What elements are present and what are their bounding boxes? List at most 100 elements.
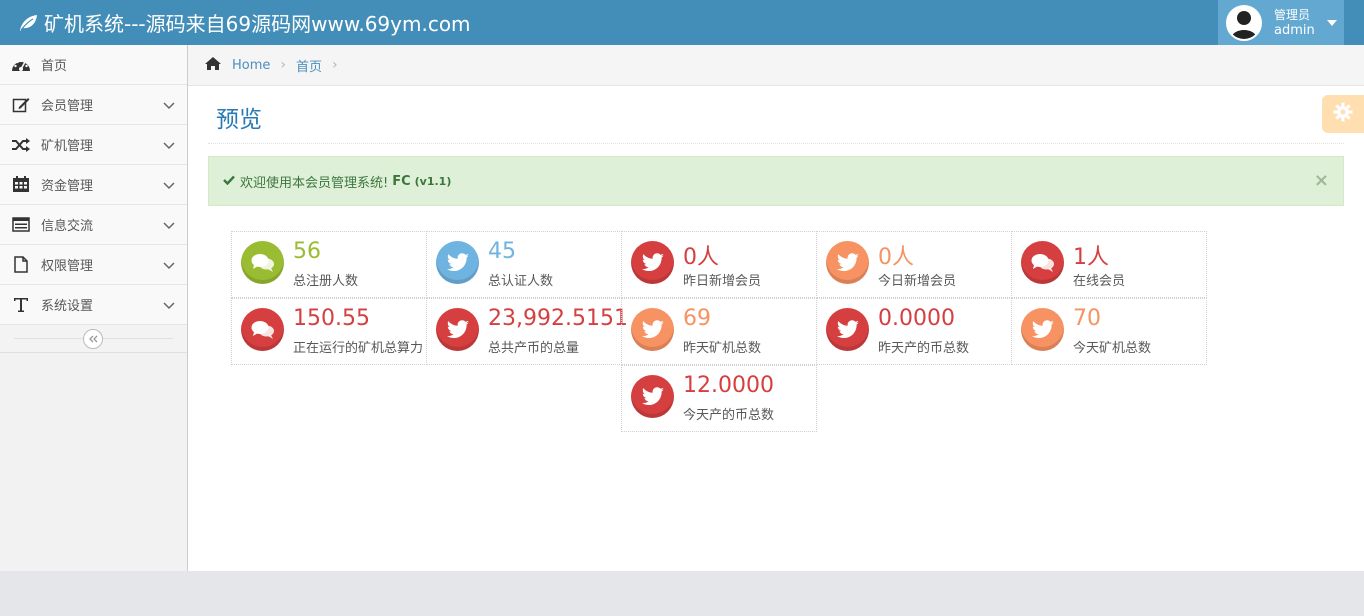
infobox-label: 总注册人数: [293, 274, 359, 289]
infobox-value: 69: [683, 306, 711, 331]
twitter-icon: [631, 241, 674, 284]
infobox-value: 0人: [878, 245, 914, 270]
infobox-label: 今日新增会员: [878, 274, 957, 289]
welcome-alert: 欢迎使用本会员管理系统! FC (v1.1) ×: [208, 156, 1344, 206]
infobox-value: 12.0000: [683, 373, 774, 398]
chevron-down-icon: [163, 99, 175, 114]
sidebar-item-home[interactable]: 首页: [0, 45, 187, 85]
navbar: 矿机系统---源码来自69源码网www.69ym.com 管理员 admin: [0, 0, 1364, 45]
infobox-label: 正在运行的矿机总算力: [293, 341, 424, 356]
infobox-value: 23,992.5151: [488, 306, 628, 331]
page-header: 预览: [208, 86, 1344, 144]
sidebar-item-label: 系统设置: [41, 299, 94, 314]
infobox-value: 150.55: [293, 306, 370, 331]
edit-icon: [10, 96, 32, 114]
infobox-value: 0.0000: [878, 306, 955, 331]
footer-area: [0, 571, 1364, 616]
infobox-label: 昨天矿机总数: [683, 341, 762, 356]
avatar: [1226, 4, 1262, 41]
infobox-label: 在线会员: [1073, 274, 1126, 289]
sidebar: 首页 会员管理 矿机管理 资金管理 信息交流 权限管理 系统设置: [0, 45, 188, 571]
infobox: 56 总注册人数: [231, 231, 427, 298]
infobox-value: 0人: [683, 245, 719, 270]
text-icon: [10, 296, 32, 314]
infobox: 0.0000 昨天产的币总数: [816, 298, 1012, 365]
chevron-down-icon: [163, 139, 175, 154]
breadcrumb-separator: ›: [332, 57, 338, 73]
ace-settings-button[interactable]: [1322, 95, 1364, 133]
comments-icon: [241, 241, 284, 284]
double-left-icon[interactable]: [83, 329, 103, 349]
gear-icon: [1333, 102, 1353, 126]
infobox: 70 今天矿机总数: [1011, 298, 1207, 365]
sidebar-item-permissions[interactable]: 权限管理: [0, 245, 187, 285]
main-content: Home › 首页 › 预览 欢迎使用本会员管理系统! FC (v1.1) × …: [188, 45, 1364, 571]
sidebar-item-label: 矿机管理: [41, 139, 94, 154]
dashboard-icon: [10, 56, 32, 74]
sidebar-item-miners[interactable]: 矿机管理: [0, 125, 187, 165]
sidebar-collapse: [0, 325, 187, 353]
sidebar-item-label: 信息交流: [41, 219, 94, 234]
infobox-value: 1人: [1073, 245, 1109, 270]
caret-down-icon: [1326, 19, 1337, 26]
infobox: 69 昨天矿机总数: [621, 298, 817, 365]
sidebar-item-label: 首页: [41, 59, 68, 74]
file-icon: [10, 256, 32, 274]
close-icon[interactable]: ×: [1314, 170, 1329, 191]
chevron-down-icon: [163, 259, 175, 274]
sidebar-item-members[interactable]: 会员管理: [0, 85, 187, 125]
infobox-label: 今天产的币总数: [683, 408, 775, 423]
breadcrumb-current[interactable]: 首页: [296, 56, 322, 75]
twitter-icon: [436, 308, 479, 351]
infobox-value: 70: [1073, 306, 1101, 331]
infobox: 0人今日新增会员: [816, 231, 1012, 298]
infobox: 150.55 正在运行的矿机总算力: [231, 298, 427, 365]
infobox-value: 56: [293, 239, 321, 264]
alert-text: 欢迎使用本会员管理系统!: [240, 175, 389, 191]
brand-title: 矿机系统---源码来自69源码网www.69ym.com: [44, 12, 471, 36]
infobox-label: 昨天产的币总数: [878, 341, 970, 356]
infobox-label: 总共产币的总量: [488, 341, 580, 356]
infobox: 1人在线会员: [1011, 231, 1207, 298]
user-name: admin: [1274, 22, 1315, 38]
page-title: 预览: [216, 107, 262, 133]
chevron-down-icon: [163, 299, 175, 314]
breadcrumb: Home › 首页 ›: [188, 45, 1364, 86]
user-role: 管理员: [1274, 7, 1311, 22]
sidebar-item-funds[interactable]: 资金管理: [0, 165, 187, 205]
breadcrumb-home-link[interactable]: Home: [232, 58, 270, 73]
comments-icon: [241, 308, 284, 351]
infobox-label: 今天矿机总数: [1073, 341, 1152, 356]
alert-product: FC: [392, 173, 411, 189]
infobox: 0人昨日新增会员: [621, 231, 817, 298]
sidebar-item-label: 会员管理: [41, 99, 94, 114]
infobox-label: 总认证人数: [488, 274, 554, 289]
infobox-value: 45: [488, 239, 516, 264]
calendar-icon: [10, 176, 32, 194]
comments-icon: [1021, 241, 1064, 284]
infobox: 45 总认证人数: [426, 231, 622, 298]
home-icon: [204, 56, 222, 75]
twitter-icon: [826, 241, 869, 284]
list-icon: [10, 216, 32, 234]
sidebar-item-label: 权限管理: [41, 259, 94, 274]
sidebar-item-messages[interactable]: 信息交流: [0, 205, 187, 245]
breadcrumb-separator: ›: [280, 57, 286, 73]
sidebar-item-settings[interactable]: 系统设置: [0, 285, 187, 325]
twitter-icon: [826, 308, 869, 351]
leaf-icon: [18, 14, 38, 32]
infobox-label: 昨日新增会员: [683, 274, 762, 289]
twitter-icon: [631, 308, 674, 351]
check-icon: [223, 174, 235, 189]
twitter-icon: [1021, 308, 1064, 351]
alert-version: (v1.1): [414, 174, 452, 188]
chevron-down-icon: [163, 219, 175, 234]
twitter-icon: [631, 375, 674, 418]
chevron-down-icon: [163, 179, 175, 194]
infobox: 23,992.5151 总共产币的总量: [426, 298, 628, 365]
random-icon: [10, 136, 32, 154]
infobox: 12.0000 今天产的币总数: [621, 365, 817, 432]
sidebar-item-label: 资金管理: [41, 179, 94, 194]
brand[interactable]: 矿机系统---源码来自69源码网www.69ym.com: [18, 0, 471, 45]
user-menu[interactable]: 管理员 admin: [1218, 0, 1344, 45]
